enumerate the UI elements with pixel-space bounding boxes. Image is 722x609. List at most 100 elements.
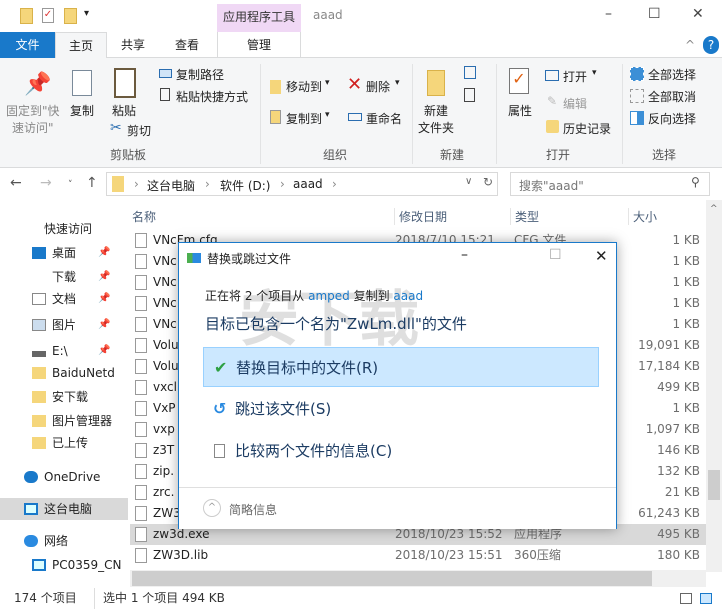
sidebar-item[interactable]: PC0359_CN	[0, 554, 128, 576]
easy-access-icon[interactable]	[464, 88, 475, 102]
address-dropdown-icon[interactable]: ∨	[465, 176, 472, 187]
sidebar-item[interactable]: 图片 📌	[0, 314, 128, 336]
customize-toolbar-icon[interactable]: ▾	[84, 8, 89, 19]
sidebar-item[interactable]: 快速访问	[0, 218, 128, 240]
column-header-size[interactable]: 大小	[628, 208, 657, 225]
folder-icon	[32, 437, 46, 449]
sidebar-item[interactable]: 网络	[0, 530, 128, 552]
tab-application-tools[interactable]: 应用程序工具	[217, 4, 301, 32]
file-size: 1 KB	[672, 296, 700, 310]
tab-manage[interactable]: 管理	[217, 32, 301, 58]
compare-option[interactable]: 比较两个文件的信息(C)	[203, 431, 599, 471]
copy-path-icon	[159, 69, 172, 78]
pin-icon[interactable]: 📌	[98, 242, 110, 264]
search-icon[interactable]: ⚲	[691, 175, 700, 189]
sidebar-item[interactable]: 下载 📌	[0, 266, 128, 288]
pin-icon[interactable]: 📌	[98, 288, 110, 310]
collapse-ribbon-icon[interactable]: ^	[685, 38, 695, 52]
forward-button[interactable]: →	[40, 175, 52, 191]
fewer-details-button[interactable]: 简略信息	[229, 501, 277, 518]
properties-icon[interactable]: ✓	[42, 8, 54, 23]
sidebar-item[interactable]: 这台电脑	[0, 498, 128, 520]
vertical-scrollbar[interactable]: ^	[706, 200, 722, 572]
back-button[interactable]: ←	[10, 175, 22, 191]
dialog-minimize-button[interactable]: –	[461, 247, 468, 263]
collapse-details-icon[interactable]: ^	[203, 499, 221, 517]
column-header-name[interactable]: 名称	[132, 208, 156, 225]
sidebar-item[interactable]: OneDrive	[0, 466, 128, 488]
horizontal-scrollbar[interactable]	[130, 570, 706, 587]
replace-option[interactable]: ✔ 替换目标中的文件(R)	[203, 347, 599, 387]
skip-option[interactable]: ↺ 跳过该文件(S)	[203, 389, 599, 429]
cloud-icon	[24, 471, 38, 483]
delete-button[interactable]: 删除	[366, 78, 390, 95]
rename-button[interactable]: 重命名	[366, 110, 402, 127]
search-input[interactable]: 搜索"aaad" ⚲	[510, 172, 710, 196]
new-item-icon[interactable]	[464, 66, 476, 79]
sidebar-item[interactable]: 已上传	[0, 432, 128, 454]
dialog-close-button[interactable]: ✕	[595, 247, 608, 265]
sidebar-item[interactable]: 文档 📌	[0, 288, 128, 310]
history-button[interactable]: 历史记录	[563, 120, 611, 137]
invert-selection-button[interactable]: 反向选择	[648, 110, 696, 127]
details-view-button[interactable]	[680, 593, 692, 604]
copy-path-button[interactable]: 复制路径	[176, 66, 224, 83]
tab-share[interactable]: 共享	[110, 32, 156, 58]
source-link[interactable]: amped	[308, 289, 350, 303]
properties-button[interactable]: 属性	[508, 102, 532, 119]
edit-button[interactable]: 编辑	[563, 95, 587, 112]
sidebar-item[interactable]: 安下载	[0, 386, 128, 408]
maximize-button[interactable]: ☐	[648, 6, 661, 22]
sidebar-item[interactable]: E:\ 📌	[0, 340, 128, 362]
file-icon	[135, 317, 147, 332]
sidebar-item[interactable]: 桌面 📌	[0, 242, 128, 264]
column-header-date[interactable]: 修改日期	[394, 208, 447, 225]
tab-home[interactable]: 主页	[55, 32, 107, 59]
tab-file[interactable]: 文件	[0, 32, 55, 58]
sidebar-item[interactable]: 图片管理器	[0, 410, 128, 432]
sidebar-item-label: PC0359_CN	[52, 558, 122, 572]
select-none-button[interactable]: 全部取消	[648, 88, 696, 105]
breadcrumb-this-pc[interactable]: 这台电脑	[147, 177, 195, 194]
open-icon	[545, 70, 559, 81]
open-button[interactable]: 打开	[563, 68, 587, 85]
new-folder-button[interactable]: 新建	[424, 102, 448, 119]
file-icon	[135, 338, 147, 353]
sidebar-item[interactable]: BaiduNetd	[0, 362, 128, 384]
pin-quick-access-button[interactable]: 固定到"快	[6, 102, 60, 119]
sidebar-item-label: OneDrive	[44, 470, 101, 484]
close-button[interactable]: ✕	[692, 6, 704, 22]
select-all-button[interactable]: 全部选择	[648, 66, 696, 83]
tab-view[interactable]: 查看	[162, 32, 212, 58]
address-bar[interactable]: › 这台电脑 › 软件 (D:) › aaad › ∨ ↻	[106, 172, 498, 196]
minimize-button[interactable]: –	[605, 6, 612, 22]
pin-icon[interactable]: 📌	[98, 266, 110, 288]
pin-icon[interactable]: 📌	[98, 314, 110, 336]
breadcrumb-drive-d[interactable]: 软件 (D:)	[220, 177, 270, 194]
scrollbar-thumb[interactable]	[132, 571, 652, 586]
pin-icon[interactable]: 📌	[98, 340, 110, 362]
large-icons-view-button[interactable]	[700, 593, 712, 604]
divider	[496, 64, 497, 164]
dialog-maximize-button[interactable]: ☐	[549, 247, 562, 263]
help-icon[interactable]: ?	[703, 36, 719, 54]
recent-locations-button[interactable]: ˅	[68, 180, 73, 190]
copy-to-button[interactable]: 复制到	[286, 110, 322, 127]
column-header-type[interactable]: 类型	[510, 208, 539, 225]
breadcrumb-aaad[interactable]: aaad	[293, 177, 323, 191]
skip-option-label: 跳过该文件(S)	[235, 400, 332, 418]
file-row[interactable]: ZW3D.lib 2018/10/23 15:51 360压缩 180 KB	[130, 545, 706, 566]
scrollbar-thumb[interactable]	[708, 470, 720, 500]
copy-button[interactable]: 复制	[70, 102, 94, 119]
new-folder-icon[interactable]	[64, 8, 77, 24]
up-button[interactable]: ↑	[86, 175, 98, 191]
move-to-button[interactable]: 移动到	[286, 78, 322, 95]
new-folder-label: 文件夹	[418, 121, 455, 135]
paste-button[interactable]: 粘贴	[112, 102, 136, 119]
folder-icon	[32, 391, 46, 403]
refresh-icon[interactable]: ↻	[483, 175, 493, 189]
invert-selection-icon	[630, 111, 644, 125]
paste-shortcut-button[interactable]: 粘贴快捷方式	[176, 88, 248, 105]
dest-link[interactable]: aaad	[393, 289, 423, 303]
cut-button[interactable]: 剪切	[127, 122, 151, 139]
